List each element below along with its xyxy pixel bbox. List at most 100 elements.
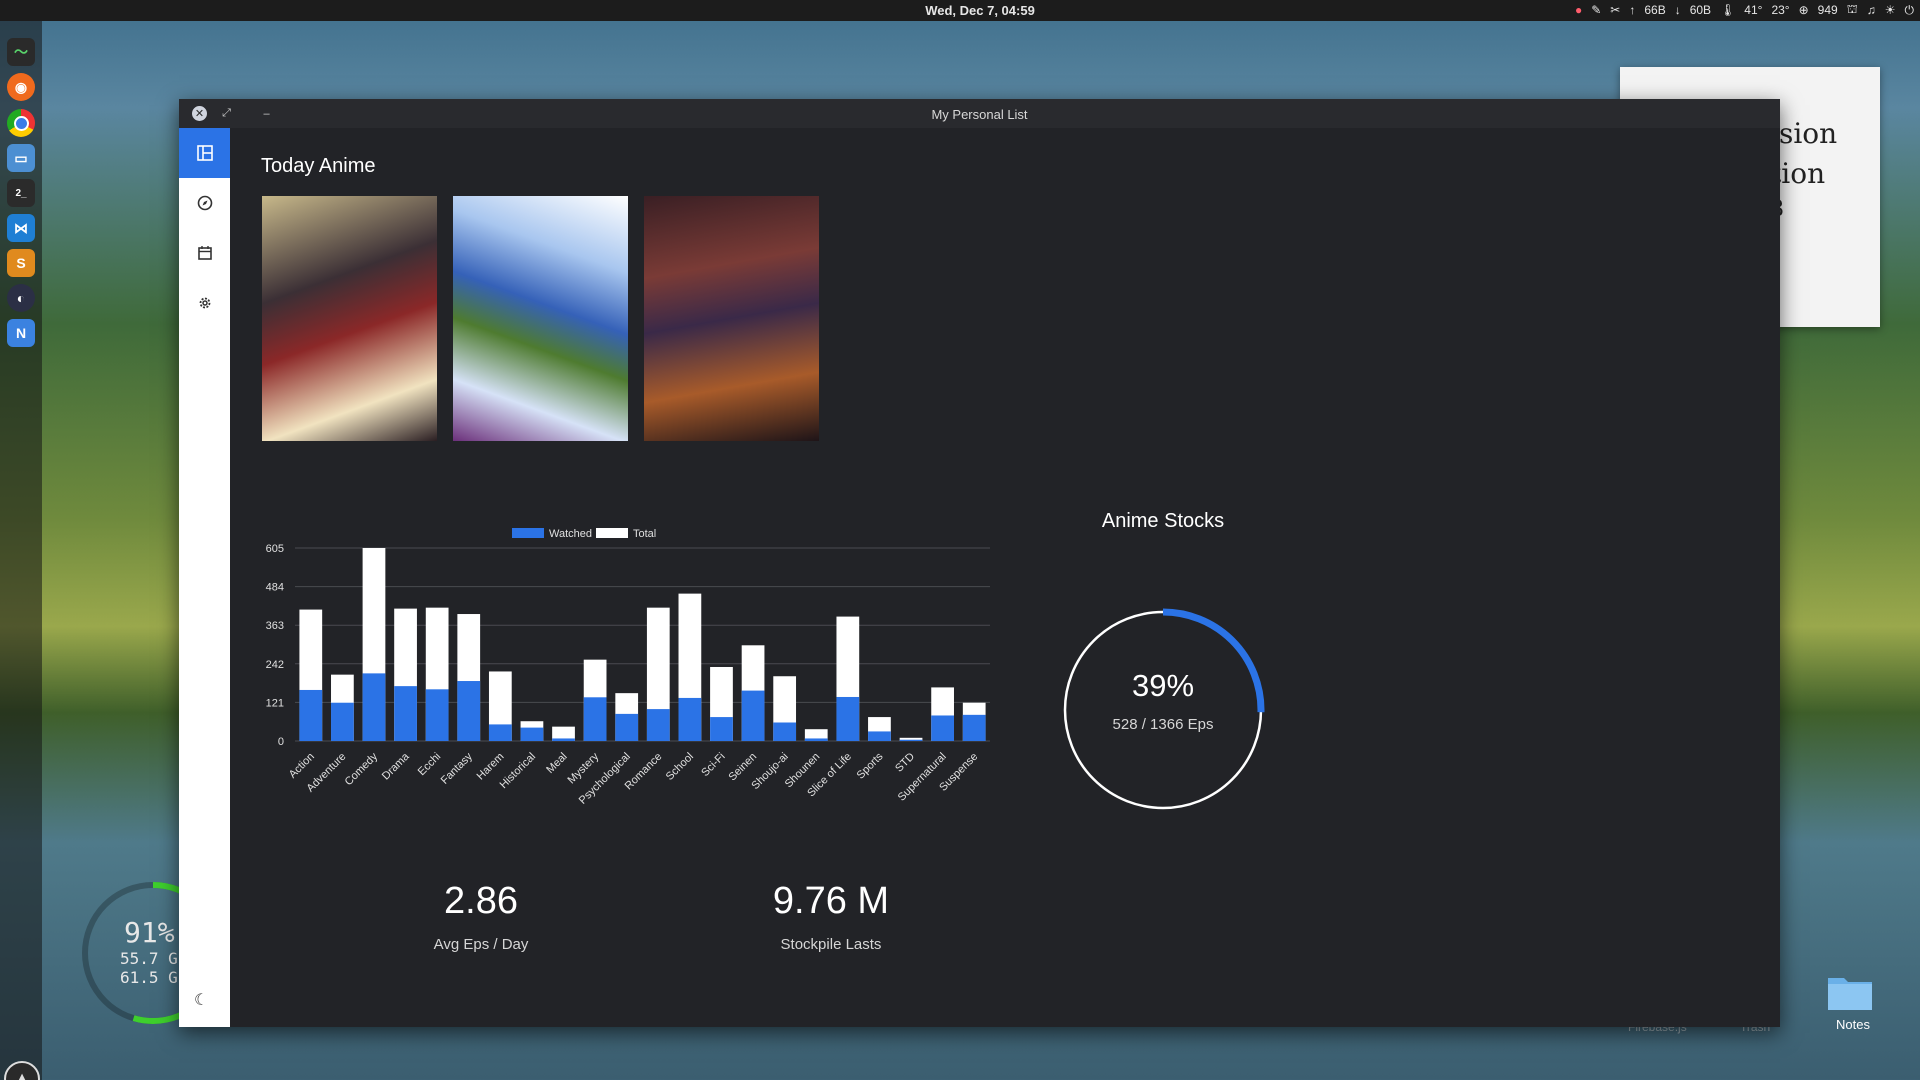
legend-swatch <box>596 528 628 538</box>
x-tick-label: Sci-Fi <box>699 751 727 779</box>
bar-watched <box>615 713 639 741</box>
window-title: My Personal List <box>931 107 1028 122</box>
download-icon: ↓ <box>1674 3 1681 17</box>
bar-watched <box>804 738 828 741</box>
brightness-icon[interactable]: ☀ <box>1885 3 1896 17</box>
stockpile-value: 9.76 M <box>772 880 890 922</box>
bar-watched <box>488 724 512 741</box>
avg-eps-value: 2.86 <box>444 880 518 922</box>
bar-watched <box>773 722 797 741</box>
files-icon[interactable]: ▭ <box>7 144 35 172</box>
y-tick-label: 363 <box>266 620 284 632</box>
calendar-icon <box>197 246 212 260</box>
anime-stocks-title: Anime Stocks <box>1101 510 1225 532</box>
gauge-percent: 91% <box>124 916 175 949</box>
chrome-icon[interactable] <box>7 109 35 137</box>
stocks-donut <box>1061 608 1265 812</box>
thermometer-icon: 🌡 <box>1720 3 1736 17</box>
x-tick-label: STD <box>893 751 917 775</box>
bar-watched <box>836 696 860 741</box>
titlebar[interactable]: ✕ ⤢ – My Personal List <box>179 99 1780 129</box>
dock: 〜 ◉ ▭ 2_ ⋈ S ◐ N ▲ <box>0 21 42 1080</box>
sidebar-item-calendar[interactable] <box>179 228 230 278</box>
network-icon[interactable]: ⛫ <box>1847 2 1858 18</box>
sidebar: ☾ <box>179 128 230 1027</box>
x-tick-label: School <box>664 751 696 783</box>
system-monitor-icon[interactable]: 〜 <box>7 38 35 66</box>
temp-2: 23° <box>1771 3 1790 17</box>
pen-icon[interactable]: ✎ <box>1591 3 1601 17</box>
legend-label: Total <box>633 528 656 540</box>
y-tick-label: 605 <box>266 543 284 555</box>
bar-watched <box>394 686 417 741</box>
stocks-percent: 39% <box>1131 668 1195 703</box>
anime-cover[interactable] <box>644 196 819 441</box>
bar-watched <box>520 727 544 741</box>
top-panel: Wed, Dec 7, 04:59 ● ✎ ✂ ↑ 66B ↓ 60B 🌡 41… <box>0 0 1920 21</box>
app-icon[interactable]: ◐ <box>7 284 35 312</box>
launcher-icon[interactable]: ▲ <box>4 1061 40 1080</box>
x-tick-label: Comedy <box>343 750 381 788</box>
bar-watched <box>362 673 386 741</box>
x-tick-label: Sports <box>855 750 886 781</box>
sidebar-item-dashboard[interactable] <box>179 128 230 178</box>
temp-1: 41° <box>1744 3 1763 17</box>
bar-watched <box>646 709 670 741</box>
note-line: lsion <box>1770 117 1838 150</box>
x-tick-label: Ecchi <box>416 751 444 779</box>
y-tick-label: 242 <box>266 659 284 671</box>
bar-watched <box>457 681 481 741</box>
music-icon[interactable]: ♫ <box>1867 3 1876 17</box>
app-window: ✕ ⤢ – My Personal List ☾ Today Anime 0 12… <box>179 99 1780 1027</box>
stocks-eps: 528 / 1366 Eps <box>1112 716 1214 733</box>
bar-watched <box>962 714 986 741</box>
y-tick-label: 121 <box>266 697 284 709</box>
avg-eps-label: Avg Eps / Day <box>433 936 529 953</box>
bar-watched <box>710 717 733 741</box>
upload-rate: 66B <box>1644 3 1666 17</box>
bar-watched <box>583 697 607 741</box>
notes-folder-label[interactable]: Notes <box>1820 1017 1886 1032</box>
y-tick-label: 484 <box>266 582 284 594</box>
notes-folder-icon[interactable] <box>1826 972 1874 1012</box>
anime-cover[interactable] <box>262 196 437 441</box>
main-content: Today Anime 0 121 242 363 484 605 Watched Total… <box>230 128 1780 1027</box>
sidebar-item-settings[interactable] <box>179 278 230 328</box>
sidebar-item-explore[interactable] <box>179 178 230 228</box>
cpu-icon: ⊕ <box>1798 3 1809 17</box>
legend-label: Watched <box>549 528 592 540</box>
stockpile-label: Stockpile Lasts <box>780 936 882 953</box>
location-icon[interactable]: ● <box>1575 3 1582 17</box>
firefox-icon[interactable]: ◉ <box>7 73 35 101</box>
power-icon[interactable]: ⏻ <box>1905 3 1915 18</box>
bar-watched <box>425 689 449 741</box>
gauge-line-2: 61.5 G <box>120 968 178 987</box>
y-tick-label: 0 <box>278 736 284 748</box>
bar-watched <box>331 702 354 741</box>
bar-watched <box>741 690 765 741</box>
gear-icon <box>199 297 210 309</box>
legend-swatch <box>512 528 544 538</box>
bar-watched <box>931 715 954 741</box>
today-anime-title: Today Anime <box>261 155 376 177</box>
bar-watched <box>899 739 923 741</box>
sublime-icon[interactable]: S <box>7 249 35 277</box>
bar-watched <box>552 738 575 741</box>
dashboard-icon <box>196 145 213 161</box>
gauge-line-1: 55.7 G <box>120 949 178 968</box>
x-tick-label: Meal <box>544 751 569 776</box>
compass-icon <box>197 195 212 211</box>
genre-bar-chart: 0121242363484605Watched TotalActionAdvent… <box>266 528 990 807</box>
download-rate: 60B <box>1689 3 1712 17</box>
scissors-icon[interactable]: ✂ <box>1610 3 1620 17</box>
system-tray: ● ✎ ✂ ↑ 66B ↓ 60B 🌡 41° 23° ⊕ 949 ⛫ ♫ ☀ … <box>1575 2 1914 18</box>
x-tick-label: Fantasy <box>439 750 476 787</box>
bar-watched <box>678 697 702 741</box>
notion-icon[interactable]: N <box>7 319 35 347</box>
gauge-readout: 91% 55.7 G 61.5 G <box>120 916 178 987</box>
terminal-icon[interactable]: 2_ <box>7 179 35 207</box>
theme-toggle-icon[interactable]: ☾ <box>194 990 208 1010</box>
anime-cover[interactable] <box>453 196 628 441</box>
vscode-icon[interactable]: ⋈ <box>7 214 35 242</box>
bar-watched <box>299 689 323 741</box>
